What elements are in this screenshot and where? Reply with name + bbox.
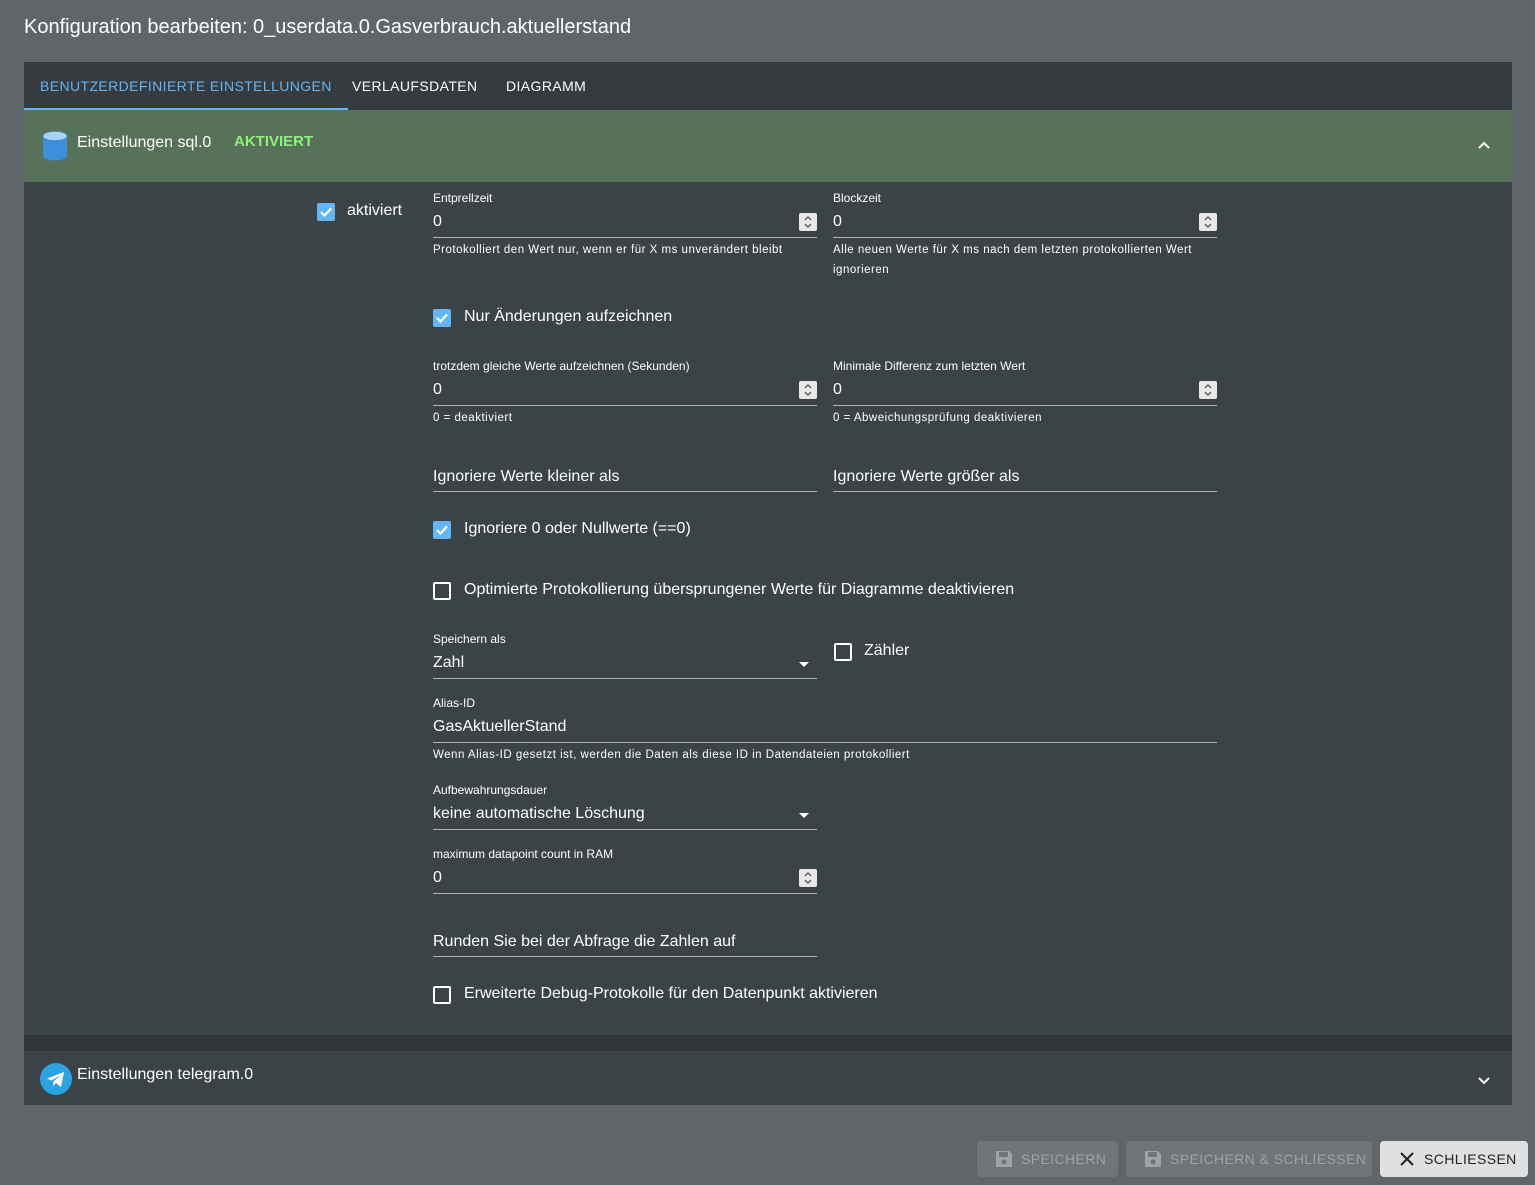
blocktime-help: Alle neuen Werte für X ms nach dem letzt… [833,244,1192,276]
min-diff-underline [833,405,1217,406]
checkmark-icon [436,525,448,536]
section-divider [24,1035,1512,1051]
ignore-greater-field[interactable]: Ignoriere Werte größer als [833,446,1217,494]
max-datapoints-field: maximum datapoint count in RAM 0 [433,847,817,895]
tab-chart[interactable]: DIAGRAMM [490,62,602,110]
debounce-input[interactable]: 0 [433,213,442,231]
max-datapoints-spin-icon[interactable] [799,869,817,887]
save-button[interactable]: SPEICHERN [977,1141,1118,1177]
dialog-title: Konfiguration bearbeiten: 0_userdata.0.G… [24,16,632,38]
config-panel: BENUTZERDEFINIERTE EINSTELLUNGEN VERLAUF… [24,62,1512,1105]
checkmark-icon [320,207,332,218]
retention-label: Aufbewahrungsdauer [433,783,548,797]
enabled-label: aktiviert [347,202,403,219]
min-diff-help: 0 = Abweichungsprüfung deaktivieren [833,412,1042,424]
retention-value[interactable]: keine automatische Löschung [433,805,645,823]
debug-label: Erweiterte Debug-Protokolle für den Date… [464,985,878,1002]
checkmark-icon [436,313,448,324]
min-diff-input[interactable]: 0 [833,381,842,399]
sql-status-badge: AKTIVIERT [234,133,314,150]
tab-bar: BENUTZERDEFINIERTE EINSTELLUNGEN VERLAUF… [24,62,1512,110]
ignore-greater-input[interactable]: Ignoriere Werte größer als [833,468,1019,486]
round-underline [433,956,817,957]
blocktime-input[interactable]: 0 [833,213,842,231]
alias-input[interactable]: GasAktuellerStand [433,718,566,736]
save-icon [1145,1151,1161,1167]
sql-settings-body: aktiviert Entprellzeit 0 Protokolliert d… [24,182,1512,1035]
only-changes-label: Nur Änderungen aufzeichnen [464,308,673,325]
dropdown-icon[interactable] [799,662,809,667]
debounce-help: Protokolliert den Wert nur, wenn er für … [433,244,783,256]
store-as-label: Speichern als [433,632,506,646]
counter-checkbox[interactable] [834,643,852,661]
debounce-label: Entprellzeit [433,191,493,205]
round-field[interactable]: Runden Sie bei der Abfrage die Zahlen au… [433,911,817,959]
same-values-spin-icon[interactable] [799,381,817,399]
same-values-field: trotzdem gleiche Werte aufzeichnen (Seku… [433,359,817,429]
ignore-less-field[interactable]: Ignoriere Werte kleiner als [433,446,817,494]
round-input[interactable]: Runden Sie bei der Abfrage die Zahlen au… [433,933,735,951]
close-button[interactable]: SCHLIESSEN [1380,1141,1528,1177]
ignore-less-input[interactable]: Ignoriere Werte kleiner als [433,468,619,486]
disable-optimized-label: Optimierte Protokollierung übersprungene… [464,581,1015,598]
max-datapoints-label: maximum datapoint count in RAM [433,847,614,861]
blocktime-field: Blockzeit 0 Alle neuen Werte für X ms na… [833,191,1217,291]
min-diff-label: Minimale Differenz zum letzten Wert [833,359,1026,373]
debounce-field: Entprellzeit 0 Protokolliert den Wert nu… [433,191,817,281]
alias-field: Alias-ID GasAktuellerStand Wenn Alias-ID… [433,696,1217,766]
blocktime-label: Blockzeit [833,191,882,205]
debounce-spin-icon[interactable] [799,213,817,231]
alias-label: Alias-ID [433,696,476,710]
tab-custom-settings[interactable]: BENUTZERDEFINIERTE EINSTELLUNGEN [24,62,348,110]
save-close-button-label: SPEICHERN & SCHLIESSEN [1170,1151,1367,1167]
telegram-accordion-header[interactable]: Einstellungen telegram.0 [24,1051,1512,1105]
min-diff-spin-icon[interactable] [1199,381,1217,399]
alias-help: Wenn Alias-ID gesetzt ist, werden die Da… [433,749,910,761]
ignore-greater-underline [833,491,1217,492]
alias-underline [433,742,1217,743]
disable-optimized-checkbox[interactable] [433,582,451,600]
ignore-zero-label: Ignoriere 0 oder Nullwerte (==0) [464,520,691,537]
same-values-help: 0 = deaktiviert [433,412,513,424]
blocktime-underline [833,237,1217,238]
same-values-label: trotzdem gleiche Werte aufzeichnen (Seku… [433,359,690,373]
dropdown-icon[interactable] [799,813,809,818]
chevron-down-icon[interactable] [1475,1071,1493,1089]
max-datapoints-input[interactable]: 0 [433,869,442,887]
store-as-value[interactable]: Zahl [433,654,464,672]
same-values-underline [433,405,817,406]
save-icon [996,1151,1012,1167]
close-icon [1400,1152,1414,1166]
blocktime-spin-icon[interactable] [1199,213,1217,231]
tab-history-data[interactable]: VERLAUFSDATEN [336,62,494,110]
chevron-up-icon[interactable] [1475,137,1493,155]
ignore-less-underline [433,491,817,492]
telegram-section-title: Einstellungen telegram.0 [77,1066,254,1083]
database-icon [42,131,68,161]
save-button-label: SPEICHERN [1021,1151,1107,1167]
debug-checkbox[interactable] [433,986,451,1004]
sql-accordion-header[interactable]: Einstellungen sql.0 AKTIVIERT [24,110,1512,182]
store-as-underline [433,678,817,679]
enabled-checkbox[interactable] [317,203,335,221]
telegram-icon [40,1063,72,1095]
close-button-label: SCHLIESSEN [1424,1151,1517,1167]
save-close-button[interactable]: SPEICHERN & SCHLIESSEN [1126,1141,1372,1177]
max-datapoints-underline [433,893,817,894]
retention-select[interactable]: Aufbewahrungsdauer keine automatische Lö… [433,783,817,831]
store-as-select[interactable]: Speichern als Zahl [433,632,817,680]
min-diff-field: Minimale Differenz zum letzten Wert 0 0 … [833,359,1217,429]
retention-underline [433,829,817,830]
same-values-input[interactable]: 0 [433,381,442,399]
ignore-zero-checkbox[interactable] [433,521,451,539]
only-changes-checkbox[interactable] [433,309,451,327]
debounce-underline [433,237,817,238]
counter-label: Zähler [864,642,910,659]
sql-section-title: Einstellungen sql.0 [77,134,212,151]
